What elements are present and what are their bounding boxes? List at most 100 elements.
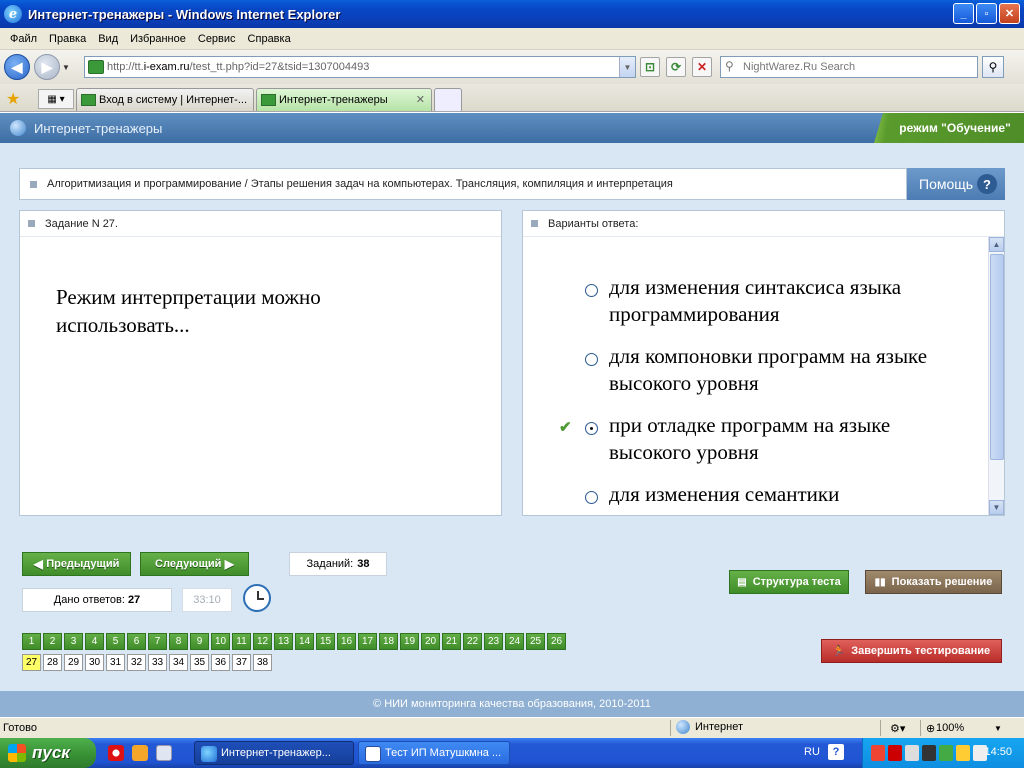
compat-view-icon[interactable]: ⊡: [640, 57, 660, 77]
question-cell-answered[interactable]: 14: [295, 633, 314, 650]
app-launcher-icon[interactable]: [132, 745, 148, 761]
question-cell[interactable]: 31: [106, 654, 125, 671]
show-desktop-icon[interactable]: [156, 745, 172, 761]
search-input[interactable]: ⚲ NightWarez.Ru Search: [720, 56, 978, 78]
question-cell-answered[interactable]: 19: [400, 633, 419, 650]
question-cell-answered[interactable]: 23: [484, 633, 503, 650]
scroll-down-icon[interactable]: ▼: [989, 500, 1004, 515]
history-dropdown-icon[interactable]: ▼: [62, 63, 72, 72]
question-cell[interactable]: 38: [253, 654, 272, 671]
question-cell[interactable]: 30: [85, 654, 104, 671]
tray-misc-icon[interactable]: [956, 745, 970, 761]
question-cell-answered[interactable]: 16: [337, 633, 356, 650]
question-cell-answered[interactable]: 6: [127, 633, 146, 650]
question-cell-answered[interactable]: 17: [358, 633, 377, 650]
question-cell-answered[interactable]: 7: [148, 633, 167, 650]
question-cell-answered[interactable]: 3: [64, 633, 83, 650]
question-cell[interactable]: 34: [169, 654, 188, 671]
quick-tabs-button[interactable]: ▦ ▾: [38, 89, 74, 109]
zoom-dropdown-icon[interactable]: ▼: [994, 724, 1002, 733]
tray-media-icon[interactable]: [922, 745, 936, 761]
new-tab-button[interactable]: [434, 88, 462, 111]
address-input[interactable]: http://tt. i-exam.ru/test_tt.php?id=27&ts…: [84, 56, 636, 78]
volume-icon[interactable]: [905, 745, 919, 761]
search-button[interactable]: ⚲: [982, 56, 1004, 78]
help-tray-icon[interactable]: ?: [828, 744, 844, 760]
start-label: пуск: [32, 743, 70, 762]
question-cell-answered[interactable]: 18: [379, 633, 398, 650]
start-button[interactable]: пуск: [0, 738, 96, 768]
show-solution-button[interactable]: ▮▮ Показать решение: [865, 570, 1002, 594]
kaspersky-icon[interactable]: [888, 745, 902, 761]
menu-favorites[interactable]: Избранное: [124, 33, 192, 45]
minimize-button[interactable]: _: [953, 3, 974, 24]
scroll-up-icon[interactable]: ▲: [989, 237, 1004, 252]
globe-icon: [10, 120, 26, 136]
answers-scrollbar[interactable]: ▲ ▼: [988, 237, 1004, 515]
tab-login[interactable]: Вход в систему | Интернет-...: [76, 88, 254, 111]
question-cell-answered[interactable]: 4: [85, 633, 104, 650]
question-cell[interactable]: 29: [64, 654, 83, 671]
menu-edit[interactable]: Правка: [43, 33, 92, 45]
question-cell-current[interactable]: 27: [22, 654, 41, 671]
question-cell-answered[interactable]: 21: [442, 633, 461, 650]
favorites-star-icon[interactable]: ★: [6, 89, 20, 109]
address-dropdown-icon[interactable]: ▼: [619, 57, 635, 77]
question-cell-answered[interactable]: 2: [43, 633, 62, 650]
zoom-level[interactable]: 100%: [936, 722, 964, 734]
question-cell-answered[interactable]: 5: [106, 633, 125, 650]
test-structure-button[interactable]: ▤ Структура теста: [729, 570, 849, 594]
question-cell-answered[interactable]: 11: [232, 633, 251, 650]
question-cell[interactable]: 36: [211, 654, 230, 671]
tab-trainers[interactable]: Интернет-тренажеры ✕: [256, 88, 432, 111]
language-indicator[interactable]: RU: [804, 746, 820, 758]
prev-label: Предыдущий: [46, 558, 120, 570]
back-button[interactable]: ◀: [4, 54, 30, 80]
question-cell-answered[interactable]: 12: [253, 633, 272, 650]
question-cell-answered[interactable]: 10: [211, 633, 230, 650]
tray-app-icon[interactable]: [871, 745, 885, 761]
question-cell[interactable]: 28: [43, 654, 62, 671]
question-cell-answered[interactable]: 25: [526, 633, 545, 650]
question-cell[interactable]: 35: [190, 654, 209, 671]
arrow-right-icon: ▶: [221, 557, 234, 571]
radio-button[interactable]: [585, 491, 598, 504]
scroll-thumb[interactable]: [990, 254, 1004, 460]
question-cell-answered[interactable]: 20: [421, 633, 440, 650]
menu-tools[interactable]: Сервис: [192, 33, 242, 45]
network-icon[interactable]: [939, 745, 953, 761]
question-cell-answered[interactable]: 8: [169, 633, 188, 650]
radio-button-selected[interactable]: [585, 422, 598, 435]
stop-icon[interactable]: ✕: [692, 57, 712, 77]
radio-button[interactable]: [585, 284, 598, 297]
taskbar-item-ie[interactable]: Интернет-тренажер...: [194, 741, 354, 765]
opera-icon[interactable]: [108, 745, 124, 761]
radio-button[interactable]: [585, 353, 598, 366]
maximize-button[interactable]: ▫: [976, 3, 997, 24]
menu-file[interactable]: Файл: [4, 33, 43, 45]
finish-test-button[interactable]: 🏃 Завершить тестирование: [821, 639, 1002, 663]
protected-mode-icon[interactable]: ⚙▾: [890, 722, 905, 735]
question-cell-answered[interactable]: 24: [505, 633, 524, 650]
refresh-icon[interactable]: ⟳: [666, 57, 686, 77]
word-taskbar-icon: [365, 746, 381, 762]
question-cell-answered[interactable]: 9: [190, 633, 209, 650]
taskbar-item-word[interactable]: Тест ИП Матушкмна ...: [358, 741, 510, 765]
close-button[interactable]: ✕: [999, 3, 1020, 24]
menu-help[interactable]: Справка: [242, 33, 297, 45]
help-button[interactable]: Помощь ?: [907, 168, 1005, 200]
question-cell-answered[interactable]: 15: [316, 633, 335, 650]
prev-button[interactable]: ◀ Предыдущий: [22, 552, 131, 576]
question-cell[interactable]: 33: [148, 654, 167, 671]
answers-list: для изменения синтаксиса языка программи…: [523, 241, 989, 513]
tab-close-icon[interactable]: ✕: [416, 93, 425, 106]
menu-view[interactable]: Вид: [92, 33, 124, 45]
question-cell[interactable]: 37: [232, 654, 251, 671]
question-cell-answered[interactable]: 13: [274, 633, 293, 650]
question-cell-answered[interactable]: 22: [463, 633, 482, 650]
question-cell-answered[interactable]: 26: [547, 633, 566, 650]
question-cell-answered[interactable]: 1: [22, 633, 41, 650]
next-button[interactable]: Следующий ▶: [140, 552, 249, 576]
question-cell[interactable]: 32: [127, 654, 146, 671]
forward-button[interactable]: ▶: [34, 54, 60, 80]
